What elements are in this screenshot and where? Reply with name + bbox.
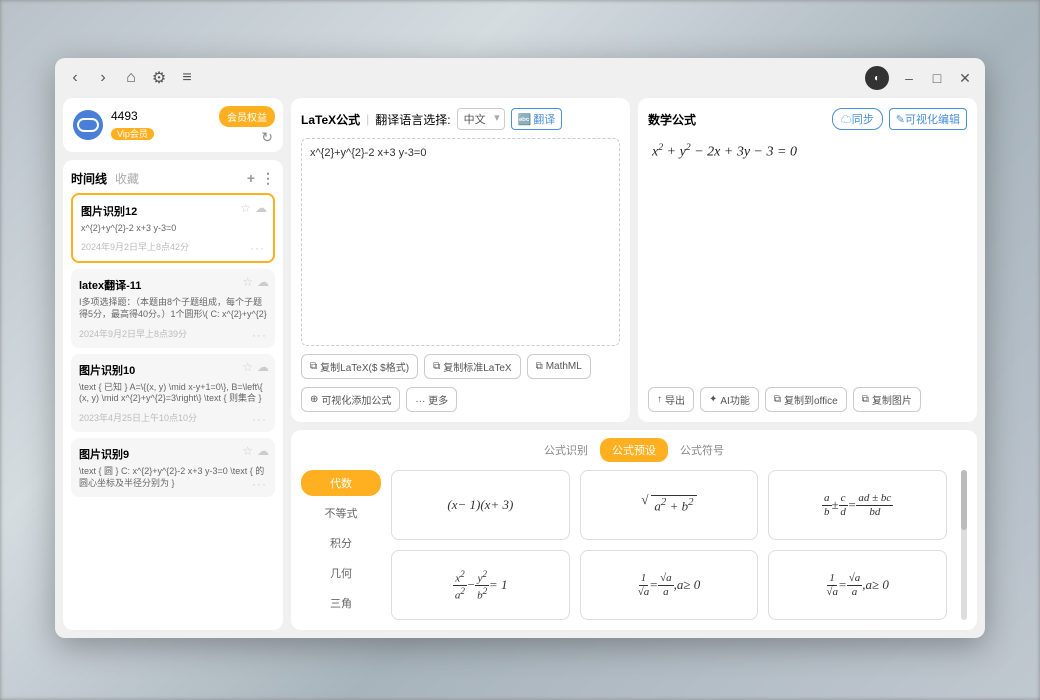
math-title: 数学公式 xyxy=(648,111,696,128)
history-time: 2024年9月2日早上8点42分 xyxy=(81,240,265,253)
sidebar: 4493 Vip会员 会员权益 ↻ 时间线 收藏 + ⋮ ☆☁图片识别12x^{… xyxy=(63,98,283,630)
sync-button[interactable]: ☁同步 xyxy=(832,108,883,130)
cloud-icon[interactable]: ☁ xyxy=(257,360,269,374)
category-三角[interactable]: 三角 xyxy=(301,590,381,616)
timeline-panel: 时间线 收藏 + ⋮ ☆☁图片识别12x^{2}+y^{2}-2 x+3 y-3… xyxy=(63,160,283,630)
list-icon[interactable]: ≡ xyxy=(179,70,195,86)
add-icon[interactable]: + xyxy=(247,170,255,186)
history-item[interactable]: ☆ ☁latex翻译-11 I多项选择题：（本题由8个子题组成，每个子题得5分，最高… xyxy=(71,269,275,347)
avatar[interactable] xyxy=(73,110,103,140)
item-more-icon[interactable]: ··· xyxy=(252,477,267,491)
image-icon: ⧉ xyxy=(862,394,869,405)
edit-icon: ✎ xyxy=(896,114,905,126)
formula-preset[interactable]: (x − 1)(x + 3) xyxy=(391,470,570,540)
history-body: x^{2}+y^{2}-2 x+3 y-3=0 xyxy=(81,223,265,235)
translate-icon: 🔤 xyxy=(518,113,532,126)
export-button[interactable]: ↑导出 xyxy=(648,387,694,412)
history-title: 图片识别9 xyxy=(79,446,267,462)
history-body: \text { 圆 } C: x^{2}+y^{2}-2 x+3 y-3=0 \… xyxy=(79,466,267,489)
timeline-tab[interactable]: 时间线 xyxy=(71,170,107,187)
latex-panel: LaTeX公式 | 翻译语言选择: 中文 🔤翻译 ⧉复制LaTeX($ $格式)… xyxy=(291,98,630,422)
history-title: latex翻译-11 xyxy=(79,277,267,293)
formula-preset[interactable]: ab ± cd = ad ± bcbd xyxy=(768,470,947,540)
history-time: 2024年9月2日早上8点39分 xyxy=(79,327,267,340)
history-time: 2023年4月25日上午10点10分 xyxy=(79,411,267,424)
category-代数[interactable]: 代数 xyxy=(301,470,381,496)
star-icon[interactable]: ☆ xyxy=(242,444,253,458)
copy-icon: ⧉ xyxy=(310,361,317,372)
latex-title: LaTeX公式 xyxy=(301,111,360,128)
star-icon[interactable]: ☆ xyxy=(242,275,253,289)
history-item[interactable]: ☆ ☁图片识别9 \text { 圆 } C: x^{2}+y^{2}-2 x+3 … xyxy=(71,438,275,497)
history-body: I多项选择题：（本题由8个子题组成，每个子题得5分，最高得40分。）1个圆形\(… xyxy=(79,297,267,320)
visual-edit-button[interactable]: ✎可视化编辑 xyxy=(889,108,967,130)
more-icon[interactable]: ⋮ xyxy=(261,170,275,187)
lang-label: 翻译语言选择: xyxy=(375,111,450,128)
maximize-button[interactable]: □ xyxy=(929,70,945,86)
item-more-icon[interactable]: ··· xyxy=(252,412,267,426)
member-benefits-button[interactable]: 会员权益 xyxy=(219,106,275,127)
more-options-button[interactable]: ··· 更多 xyxy=(406,387,457,412)
home-icon[interactable]: ⌂ xyxy=(123,70,139,86)
forward-icon[interactable]: › xyxy=(95,70,111,86)
formula-preset[interactable]: 1√a = √aa, a ≥ 0 xyxy=(768,550,947,620)
ai-button[interactable]: ✦AI功能 xyxy=(700,387,759,412)
copy-image-button[interactable]: ⧉复制图片 xyxy=(853,387,921,412)
math-render: x2 + y2 − 2x + 3y − 3 = 0 xyxy=(648,138,967,379)
category-几何[interactable]: 几何 xyxy=(301,560,381,586)
app-window: ‹ › ⌂ ⚙ ≡ ◐ – □ ✕ 4493 Vip会员 会员权益 ↻ 时间线 xyxy=(55,58,985,638)
formula-preset[interactable]: a2 + b2 xyxy=(580,470,759,540)
history-item[interactable]: ☆ ☁图片识别12 x^{2}+y^{2}-2 x+3 y-3=0 2024年9月2日… xyxy=(71,193,275,264)
item-more-icon[interactable]: ··· xyxy=(250,241,265,255)
back-icon[interactable]: ‹ xyxy=(67,70,83,86)
star-icon[interactable]: ☆ xyxy=(242,360,253,374)
minimize-button[interactable]: – xyxy=(901,70,917,86)
profile-card: 4493 Vip会员 会员权益 ↻ xyxy=(63,98,283,152)
ai-icon: ✦ xyxy=(709,394,717,405)
tab-symbols[interactable]: 公式符号 xyxy=(668,438,736,462)
cloud-icon[interactable]: ☁ xyxy=(257,444,269,458)
formula-grid: (x − 1)(x + 3) a2 + b2 ab ± cd = ad ± bc… xyxy=(391,470,947,620)
translate-button[interactable]: 🔤翻译 xyxy=(511,108,563,130)
formula-preset[interactable]: x2a2 − y2b2 = 1 xyxy=(391,550,570,620)
settings-icon[interactable]: ⚙ xyxy=(151,70,167,86)
user-id: 4493 xyxy=(111,108,154,125)
category-不等式[interactable]: 不等式 xyxy=(301,500,381,526)
cloud-icon[interactable]: ☁ xyxy=(255,201,267,215)
scrollbar[interactable] xyxy=(961,470,967,620)
language-select[interactable]: 中文 xyxy=(457,108,505,130)
refresh-icon[interactable]: ↻ xyxy=(261,129,273,146)
star-icon[interactable]: ☆ xyxy=(240,201,251,215)
history-body: \text { 已知 } A=\{(x, y) \mid x-y+1=0\}, … xyxy=(79,382,267,405)
plus-icon: ⊕ xyxy=(310,394,318,405)
item-more-icon[interactable]: ··· xyxy=(252,328,267,342)
formula-preview-panel: 公式识别 公式预设 公式符号 代数不等式积分几何三角 (x − 1)(x + 3… xyxy=(291,430,977,630)
upload-icon: ↑ xyxy=(657,394,662,405)
tab-recognize[interactable]: 公式识别 xyxy=(532,438,600,462)
titlebar: ‹ › ⌂ ⚙ ≡ ◐ – □ ✕ xyxy=(55,58,985,98)
copy-latex-dollar-button[interactable]: ⧉复制LaTeX($ $格式) xyxy=(301,354,418,379)
latex-input[interactable] xyxy=(301,138,620,346)
mathml-button[interactable]: ⧉MathML xyxy=(527,354,591,379)
category-积分[interactable]: 积分 xyxy=(301,530,381,556)
tab-preset[interactable]: 公式预设 xyxy=(600,438,668,462)
history-title: 图片识别10 xyxy=(79,362,267,378)
copy-icon: ⧉ xyxy=(774,394,781,405)
history-title: 图片识别12 xyxy=(81,203,265,219)
vip-badge: Vip会员 xyxy=(111,128,154,140)
copy-icon: ⧉ xyxy=(433,361,440,372)
history-item[interactable]: ☆ ☁图片识别10 \text { 已知 } A=\{(x, y) \mid x-y… xyxy=(71,354,275,432)
cloud-icon[interactable]: ☁ xyxy=(257,275,269,289)
math-panel: 数学公式 ☁同步 ✎可视化编辑 x2 + y2 − 2x + 3y − 3 = … xyxy=(638,98,977,422)
close-button[interactable]: ✕ xyxy=(957,70,973,86)
code-icon: ⧉ xyxy=(536,361,543,372)
copy-latex-std-button[interactable]: ⧉复制标准LaTeX xyxy=(424,354,521,379)
cloud-icon: ☁ xyxy=(841,114,852,126)
formula-preset[interactable]: 1√a = √aa, a ≥ 0 xyxy=(580,550,759,620)
visual-add-formula-button[interactable]: ⊕可视化添加公式 xyxy=(301,387,400,412)
copy-office-button[interactable]: ⧉复制到office xyxy=(765,387,847,412)
dark-mode-toggle[interactable]: ◐ xyxy=(865,66,889,90)
favorites-tab[interactable]: 收藏 xyxy=(115,170,139,187)
